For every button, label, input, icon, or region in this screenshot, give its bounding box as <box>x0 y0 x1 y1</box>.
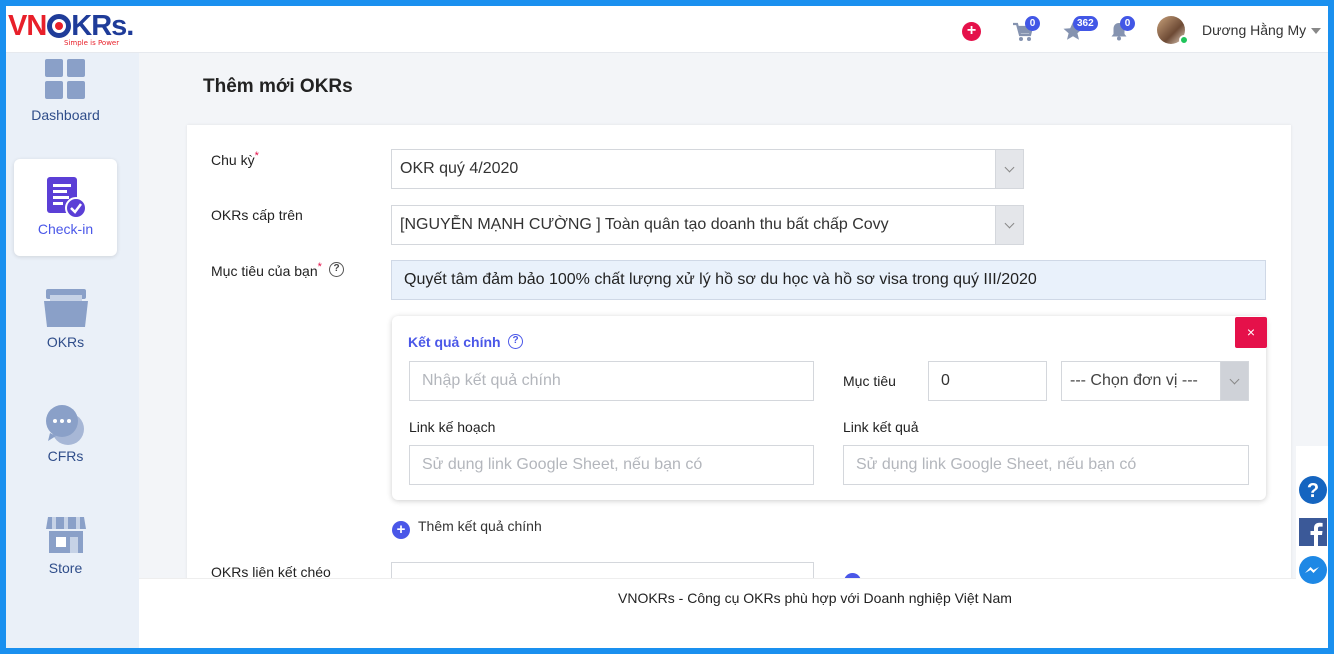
goal-label: Mục tiêu của bạn* <box>211 261 322 279</box>
cycle-label-text: Chu kỳ <box>211 152 255 168</box>
required-mark: * <box>317 261 322 273</box>
chevron-down-icon[interactable] <box>1220 362 1248 400</box>
sidebar-item-store[interactable]: Store <box>14 503 117 583</box>
chat-icon <box>46 405 84 445</box>
goal-input[interactable]: Quyết tâm đảm bảo 100% chất lượng xử lý … <box>391 260 1266 300</box>
messenger-icon[interactable] <box>1299 556 1327 584</box>
help-circle-icon[interactable]: ? <box>1299 476 1327 504</box>
chevron-down-icon[interactable] <box>995 206 1023 244</box>
chevron-down-icon[interactable] <box>995 150 1023 188</box>
app-frame: VN KRs. Simple is Power + 0 362 0 Dương H… <box>6 6 1328 648</box>
logo-wordmark: VN KRs. <box>8 10 134 42</box>
logo-vn: VN <box>8 10 47 42</box>
page-title: Thêm mới OKRs <box>203 76 353 97</box>
target-value-input[interactable]: 0 <box>928 361 1047 401</box>
parent-okr-select-value: [NGUYỄN MẠNH CƯỜNG ] Toàn quân tạo doanh… <box>400 216 889 233</box>
facebook-icon[interactable] <box>1299 518 1327 546</box>
plus-circle-icon: + <box>392 521 410 539</box>
sidebar-item-label: Dashboard <box>31 107 100 123</box>
plan-link-label: Link kế hoạch <box>409 419 496 435</box>
help-icon[interactable]: ? <box>329 262 344 277</box>
footer: VNOKRs - Công cụ OKRs phù hợp với Doanh … <box>139 578 1328 648</box>
brand-logo[interactable]: VN KRs. Simple is Power <box>8 11 143 49</box>
cycle-label: Chu kỳ* <box>211 150 259 168</box>
notification-count-badge: 0 <box>1120 16 1135 31</box>
parent-okr-select[interactable]: [NGUYỄN MẠNH CƯỜNG ] Toàn quân tạo doanh… <box>391 205 1024 245</box>
sidebar: Dashboard Check-in OKRs CFRs Store <box>6 53 139 648</box>
sidebar-item-label: Check-in <box>37 221 94 237</box>
sidebar-item-dashboard[interactable]: Dashboard <box>14 53 117 133</box>
required-mark: * <box>254 150 259 162</box>
key-result-title: Kết quả chính <box>408 334 501 350</box>
online-status-dot <box>1179 35 1189 45</box>
sidebar-item-okrs[interactable]: OKRs <box>14 273 117 353</box>
add-icon[interactable]: + <box>962 22 981 41</box>
plan-link-input[interactable]: Sử dụng link Google Sheet, nếu bạn có <box>409 445 814 485</box>
folder-icon <box>44 289 88 327</box>
sidebar-item-cfrs[interactable]: CFRs <box>14 393 117 473</box>
goal-label-text: Mục tiêu của bạn <box>211 263 318 279</box>
target-label: Mục tiêu <box>843 373 896 389</box>
add-key-result-label: Thêm kết quả chính <box>418 518 542 534</box>
cycle-select[interactable]: OKR quý 4/2020 <box>391 149 1024 189</box>
footer-text: VNOKRs - Công cụ OKRs phù hợp với Doanh … <box>618 590 1012 606</box>
sidebar-item-label: Store <box>48 560 83 576</box>
result-link-input[interactable]: Sử dụng link Google Sheet, nếu bạn có <box>843 445 1249 485</box>
unit-select[interactable]: --- Chọn đơn vị --- <box>1061 361 1249 401</box>
sidebar-item-label: OKRs <box>46 334 85 350</box>
sidebar-item-label: CFRs <box>47 448 84 464</box>
key-result-name-input[interactable]: Nhập kết quả chính <box>409 361 814 401</box>
parent-okr-label: OKRs cấp trên <box>211 207 303 223</box>
add-key-result-button[interactable]: + Thêm kết quả chính <box>392 518 542 539</box>
help-icon[interactable]: ? <box>508 334 523 349</box>
top-header: VN KRs. Simple is Power + 0 362 0 Dương H… <box>6 6 1328 53</box>
cart-count-badge: 0 <box>1025 16 1040 31</box>
svg-text:?: ? <box>1307 480 1319 502</box>
dashboard-icon <box>45 59 85 99</box>
result-link-label: Link kết quả <box>843 419 919 435</box>
logo-ring-icon <box>47 14 72 38</box>
unit-select-value: --- Chọn đơn vị --- <box>1070 372 1198 389</box>
right-float-rail: ? <box>1296 446 1328 586</box>
star-count-badge: 362 <box>1073 16 1098 31</box>
cycle-select-value: OKR quý 4/2020 <box>400 160 519 177</box>
logo-tagline: Simple is Power <box>64 39 120 47</box>
store-icon <box>46 517 86 553</box>
user-name[interactable]: Dương Hằng My <box>1202 22 1306 38</box>
close-icon[interactable]: × <box>1235 317 1267 348</box>
logo-okrs: KRs. <box>71 10 134 42</box>
checkin-icon <box>47 177 87 219</box>
sidebar-item-checkin[interactable]: Check-in <box>14 159 117 256</box>
chevron-down-icon[interactable] <box>1311 28 1321 34</box>
